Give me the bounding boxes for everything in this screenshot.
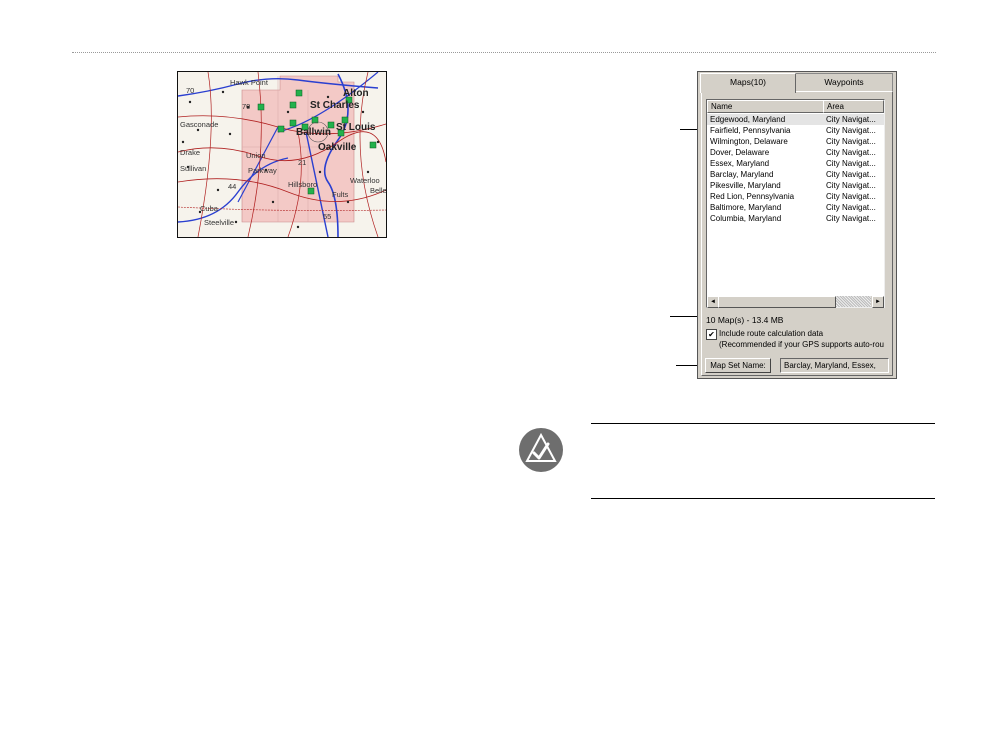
map-area: City Navigat... [826,192,876,201]
map-label-gasconade: Gasconade [180,120,219,129]
horizontal-scrollbar[interactable]: ◄ ► [707,296,884,308]
map-label-union: Union [246,151,266,160]
list-item[interactable]: Edgewood, Maryland City Navigat... [707,114,884,125]
map-set-name-button[interactable]: Map Set Name: [705,358,771,373]
map-label-sullivan: Sullivan [180,164,207,173]
scroll-track[interactable] [836,296,871,307]
route-calculation-label: Include route calculation data [719,329,824,338]
route-calculation-checkbox[interactable]: ✔ [706,329,717,340]
map-area: City Navigat... [826,170,876,179]
map-label-hawk-point: Hawk Point [230,78,268,87]
map-name: Essex, Maryland [710,159,770,168]
list-item[interactable]: Pikesville, Maryland City Navigat... [707,180,884,191]
list-item[interactable]: Columbia, Maryland City Navigat... [707,213,884,224]
note-check-icon [519,428,563,472]
map-label-ballwin: Ballwin [296,127,332,138]
note-top-rule [591,423,935,424]
map-label-cuba: Cuba [200,204,218,213]
list-item[interactable]: Essex, Maryland City Navigat... [707,158,884,169]
list-item[interactable]: Barclay, Maryland City Navigat... [707,169,884,180]
map-name: Baltimore, Maryland [710,203,782,212]
list-item[interactable]: Red Lion, Pennsylvania City Navigat... [707,191,884,202]
map-label-alton: Alton [343,88,369,99]
map-name: Wilmington, Delaware [710,137,788,146]
map-set-name-field[interactable]: Barclay, Maryland, Essex, [780,358,889,373]
map-name: Pikesville, Maryland [710,181,781,190]
scroll-right-icon[interactable]: ► [872,296,884,308]
map-image: 70 70 44 21 55 Hawk Point St Charles Alt… [177,71,387,238]
tab-maps[interactable]: Maps(10) [700,73,796,93]
map-label-parkway: Parkway [248,166,277,175]
map-name: Dover, Delaware [710,148,770,157]
interstate-44-shield: 44 [228,182,237,191]
list-item[interactable]: Baltimore, Maryland City Navigat... [707,202,884,213]
map-label-st-charles: St Charles [310,100,360,111]
list-item[interactable]: Dover, Delaware City Navigat... [707,147,884,158]
column-header-name[interactable]: Name [707,100,824,113]
note-bottom-rule [591,498,935,499]
map-area: City Navigat... [826,203,876,212]
interstate-70-west-shield: 70 [186,86,195,95]
list-item[interactable]: Fairfield, Pennsylvania City Navigat... [707,125,884,136]
map-list[interactable]: Name Area Edgewood, Maryland City Navigat… [706,99,885,308]
list-item[interactable]: Wilmington, Delaware City Navigat... [707,136,884,147]
map-name: Barclay, Maryland [710,170,774,179]
maps-summary: 10 Map(s) - 13.4 MB [706,315,784,325]
map-label-fults: Fults [332,190,349,199]
map-area: City Navigat... [826,159,876,168]
map-area: City Navigat... [826,214,876,223]
route-calculation-note: (Recommended if your GPS supports auto-r… [719,340,884,349]
list-header: Name Area [707,100,884,113]
map-area: City Navigat... [826,137,876,146]
map-area: City Navigat... [826,115,876,124]
map-area: City Navigat... [826,126,876,135]
map-area: City Navigat... [826,181,876,190]
map-label-steelville: Steelville [204,218,235,227]
map-label-oakville: Oakville [318,142,357,153]
map-name: Fairfield, Pennsylvania [710,126,791,135]
interstate-70-shield: 70 [242,102,251,111]
header-dotted-rule [72,52,936,53]
map-name: Red Lion, Pennsylvania [710,192,795,201]
map-set-dialog: Maps(10) Waypoints Name Area Edgewood, M… [697,71,897,379]
route-21-shield: 21 [298,158,307,167]
map-name: Columbia, Maryland [710,214,782,223]
map-label-st-louis: St Louis [336,122,376,133]
map-name: Edgewood, Maryland [710,115,786,124]
tab-waypoints[interactable]: Waypoints [795,73,893,91]
map-area: City Navigat... [826,148,876,157]
map-label-hillsboro: Hillsboro [288,180,318,189]
scroll-thumb[interactable] [718,296,836,308]
column-header-area[interactable]: Area [823,100,884,113]
map-label-drake: Drake [180,148,201,157]
map-label-belle: Belle [370,186,387,195]
interstate-55-shield: 55 [323,212,332,221]
map-label-waterloo: Waterloo [350,176,380,185]
